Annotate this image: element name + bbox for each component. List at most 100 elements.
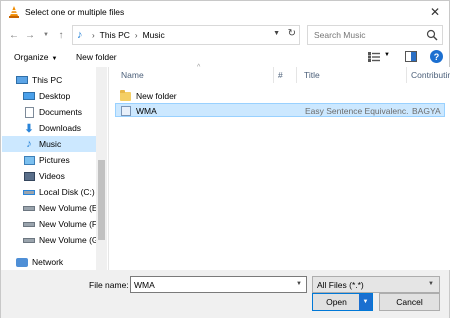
search-box[interactable] [307, 25, 443, 45]
sidebar-item-label: New Volume (G:) [39, 235, 104, 245]
title-bar: Select one or multiple files ✕ [1, 1, 449, 23]
file-open-dialog: Select one or multiple files ✕ ← → ▼ ↑ ♪… [0, 0, 450, 318]
open-button-label: Open [326, 297, 347, 307]
sidebar-item-label: New Volume (E:) [39, 203, 103, 213]
file-name: New folder [136, 91, 177, 101]
forward-button[interactable]: → [23, 28, 37, 42]
sidebar-item-label: Downloads [39, 123, 82, 133]
column-header-name[interactable]: Name [121, 67, 144, 83]
column-header-title[interactable]: Title [304, 67, 320, 83]
sidebar-item-label: Music [39, 139, 62, 149]
address-row: ← → ▼ ↑ ♪ › This PC › Music ▼ ↻ [1, 23, 449, 47]
chevron-down-icon[interactable]: ▼ [296, 281, 302, 287]
arrow-left-icon: ← [9, 29, 19, 41]
sidebar-item-new-volume-g[interactable]: New Volume (G:) [2, 232, 104, 248]
drive-icon [23, 235, 35, 246]
file-title: Easy Sentence Equivalenc... [305, 106, 409, 116]
column-header-number[interactable]: # [278, 67, 283, 83]
drive-icon [23, 203, 35, 214]
desktop-folder-icon [23, 91, 35, 102]
sidebar-item-music[interactable]: ♪ Music [2, 136, 96, 152]
sidebar-item-label: Desktop [39, 91, 71, 101]
search-input[interactable] [308, 30, 426, 40]
column-header-contributing-artists[interactable]: Contributing artists [411, 67, 450, 83]
change-view-icon[interactable] [368, 52, 380, 62]
folder-icon [120, 90, 131, 101]
file-type-select[interactable]: All Files (*.*) ▼ [312, 276, 440, 293]
scrollbar-thumb[interactable] [98, 160, 105, 240]
file-list: ^ Name # Title Contributing artists New … [108, 64, 450, 270]
vlc-cone-icon [9, 6, 19, 18]
documents-folder-icon [23, 106, 35, 118]
column-divider[interactable] [296, 67, 297, 83]
sidebar-item-label: This PC [32, 75, 63, 85]
dialog-footer: File name: WMA ▼ All Files (*.*) ▼ Open … [1, 270, 449, 318]
organize-button[interactable]: Organize ▼ [14, 52, 57, 62]
cancel-button[interactable]: Cancel [379, 293, 440, 311]
close-button[interactable]: ✕ [421, 1, 449, 23]
column-divider[interactable] [406, 67, 407, 83]
search-icon [426, 29, 438, 41]
breadcrumb-this-pc[interactable]: This PC [95, 30, 130, 40]
file-name: WMA [136, 106, 157, 116]
sidebar-item-local-disk-c[interactable]: Local Disk (C:) [2, 184, 96, 200]
recent-locations-button[interactable]: ▼ [39, 28, 53, 42]
videos-folder-icon [23, 171, 35, 182]
open-button[interactable]: Open ▼ [312, 293, 373, 311]
back-button[interactable]: ← [7, 28, 21, 42]
sidebar-item-label: New Volume (F:) [39, 219, 103, 229]
sidebar-item-label: Documents [39, 107, 82, 117]
sidebar-item-downloads[interactable]: ⬇ Downloads [2, 120, 96, 136]
sidebar-item-new-volume-e[interactable]: New Volume (E:) [2, 200, 103, 216]
address-dropdown-icon[interactable]: ▼ [273, 30, 280, 37]
audio-file-icon [121, 106, 131, 116]
sidebar-item-pictures[interactable]: Pictures [2, 152, 96, 168]
computer-icon [16, 75, 28, 86]
new-folder-button[interactable]: New folder [76, 52, 117, 62]
sidebar-item-label: Pictures [39, 155, 70, 165]
sidebar-item-this-pc[interactable]: This PC [2, 72, 96, 88]
sidebar-item-label: Network [32, 257, 64, 267]
column-divider[interactable] [273, 67, 274, 83]
file-row[interactable]: WMA Easy Sentence Equivalenc... BAGYA [115, 103, 445, 117]
sidebar-item-documents[interactable]: Documents [2, 104, 96, 120]
navigation-scrollbar[interactable] [96, 67, 107, 270]
breadcrumb-music[interactable]: Music [138, 30, 165, 40]
sort-ascending-icon: ^ [197, 64, 201, 71]
help-icon[interactable]: ? [430, 50, 443, 63]
network-icon [16, 257, 28, 268]
sidebar-item-new-volume-f[interactable]: New Volume (F:) [2, 216, 102, 232]
preview-pane-icon[interactable] [405, 51, 417, 62]
refresh-icon[interactable]: ↻ [288, 28, 296, 39]
drive-icon [23, 187, 35, 198]
file-name-value: WMA [134, 279, 155, 290]
breadcrumb-separator-icon: › [134, 30, 138, 40]
sidebar-item-label: Videos [39, 171, 65, 181]
sidebar-item-label: Local Disk (C:) [39, 187, 95, 197]
breadcrumb-separator-icon: › [92, 30, 95, 40]
file-artists: BAGYA [412, 106, 441, 116]
file-row[interactable]: New folder [115, 89, 445, 103]
arrow-up-icon: ↑ [58, 29, 64, 41]
command-bar: Organize ▼ New folder ▼ ? [1, 47, 449, 67]
music-icon: ♪ [26, 138, 32, 150]
file-name-label: File name: [89, 280, 129, 290]
navigation-pane: This PC Desktop Documents ⬇ Downloads ♪ … [2, 67, 107, 270]
pictures-folder-icon [23, 155, 35, 166]
music-note-icon: ♪ [77, 29, 83, 41]
sidebar-item-network[interactable]: Network [2, 254, 96, 270]
organize-label: Organize [14, 52, 49, 62]
drive-icon [23, 219, 35, 230]
chevron-down-icon: ▼ [428, 281, 434, 287]
up-button[interactable]: ↑ [54, 28, 68, 42]
dialog-title: Select one or multiple files [25, 7, 125, 17]
open-options-chevron-icon[interactable]: ▼ [359, 294, 372, 310]
downloads-folder-icon: ⬇ [24, 122, 34, 135]
file-name-input[interactable]: WMA ▼ [130, 276, 307, 293]
address-bar[interactable]: ♪ › This PC › Music ▼ ↻ [72, 25, 300, 45]
view-options-chevron-icon[interactable]: ▼ [384, 52, 390, 58]
sidebar-item-desktop[interactable]: Desktop [2, 88, 96, 104]
sidebar-item-videos[interactable]: Videos [2, 168, 96, 184]
close-icon: ✕ [429, 5, 441, 19]
chevron-down-icon: ▼ [43, 32, 49, 38]
